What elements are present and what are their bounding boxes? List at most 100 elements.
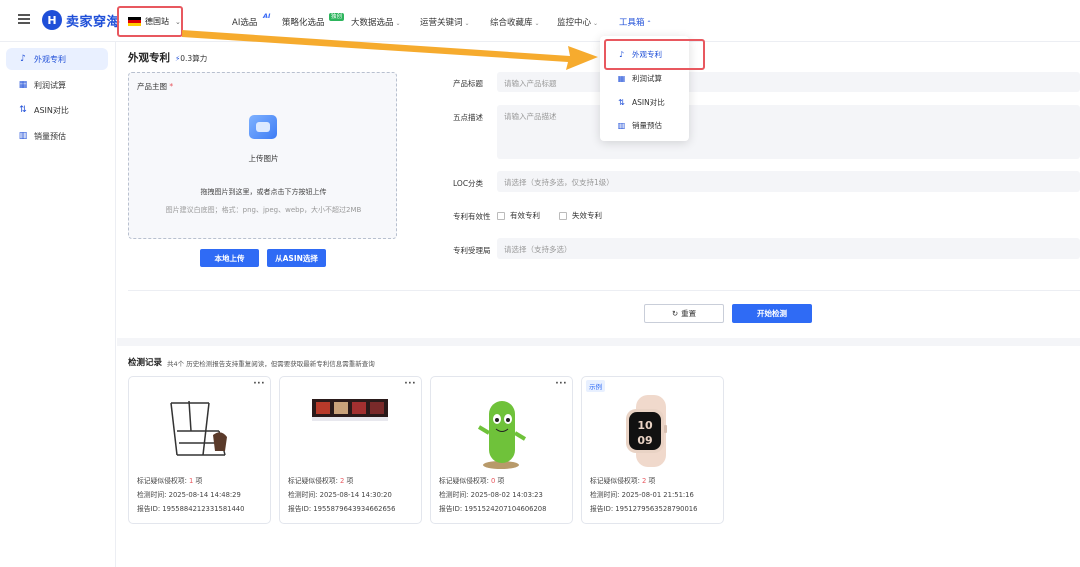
nav-monitor[interactable]: 监控中心 ⌄ [557,16,598,28]
cost-label: ⚡0.3算力 [175,53,207,64]
more-options-icon[interactable]: ··· [253,379,265,389]
risk-unit: 项 [344,477,354,485]
chevron-down-icon: ⌄ [175,17,181,26]
sidebar-item-sales[interactable]: ▥ 销量预估 [6,125,108,147]
nav-label: 综合收藏库 [490,18,533,28]
chevron-down-icon: ⌄ [534,20,540,27]
office-select[interactable]: 请选择（支持多选） [497,238,1080,259]
menu-item-sales[interactable]: ▥ 销量预估 [617,120,662,131]
upload-image-icon [249,115,277,139]
record-time: 检测时间: 2025-08-01 21:51:16 [590,489,694,499]
record-card[interactable]: 示例 10 09 标记疑似侵权项: 2 项 检测时间: 2025-08-01 2… [581,376,724,524]
bullets-label: 五点描述 [453,113,483,122]
sales-chart-icon: ▥ [617,121,626,130]
record-id: 报告ID: 1951524207104606208 [439,503,546,513]
menu-icon[interactable] [18,14,30,24]
id-label: 报告ID: [590,505,616,513]
divider [128,290,1080,291]
id-label: 报告ID: [288,505,314,513]
upload-hint: 拖拽图片到这里，或者点击下方按钮上传 [200,188,327,196]
time-label: 检测时间: [590,491,622,499]
asin-select-button[interactable]: 从ASIN选择 [267,249,326,267]
records-title: 检测记录 [128,358,163,368]
sales-chart-icon: ▥ [18,131,28,141]
banner-image [312,399,388,421]
record-time: 检测时间: 2025-08-02 14:03:23 [439,489,543,499]
sidebar-item-label: 外观专利 [34,54,66,64]
nav-label: 监控中心 [557,18,592,28]
record-card[interactable]: ··· 标记疑似侵权项: 1 项 检测时间: 2025-08-14 14:48:… [128,376,271,524]
nav-strategy-selection[interactable]: 策略化选品 [282,16,325,28]
valid-checkbox[interactable] [497,211,505,220]
record-id: 报告ID: 1955884212331581440 [137,503,244,513]
sidebar-item-label: 销量预估 [34,131,66,141]
id-label: 报告ID: [137,505,163,513]
title-input[interactable]: 请输入产品标题 [497,72,1080,92]
sidebar-item-patent[interactable]: ♪ 外观专利 [6,48,108,70]
nav-big-data[interactable]: 大数据选品 ⌄ [351,16,401,28]
local-upload-button[interactable]: 本地上传 [200,249,259,267]
time-label: 检测时间: [288,491,320,499]
risk-label: 标记疑似侵权项: [590,477,643,485]
record-risk: 标记疑似侵权项: 2 项 [288,475,353,485]
record-id: 报告ID: 1955879643934662656 [288,503,395,513]
svg-text:10: 10 [637,419,653,432]
invalid-checkbox[interactable] [559,211,567,220]
image-upload-dropzone[interactable]: 产品主图 * 上传图片 拖拽图片到这里，或者点击下方按钮上传 图片建议白底图；格… [128,72,397,239]
nav-label: 运营关键词 [420,18,463,28]
records-section: 检测记录 共4个 历史检测报告支持重复阅读，但需要获取最新专利信息需重新查询 ·… [117,346,1080,567]
nav-favorites[interactable]: 综合收藏库 ⌄ [490,16,540,28]
time-value: 2025-08-02 14:03:23 [470,491,543,499]
record-id: 报告ID: 1951279563528790016 [590,503,697,513]
nav-ai-selection[interactable]: AI选品 [232,16,257,28]
logo[interactable]: H 卖家穿海 [42,10,120,30]
risk-label: 标记疑似侵权项: [439,477,492,485]
more-options-icon[interactable]: ··· [404,379,416,389]
svg-text:09: 09 [637,434,652,447]
risk-label: 标记疑似侵权项: [288,477,341,485]
validity-options: 有效专利 失效专利 [497,210,602,221]
main-content: 外观专利 ⚡0.3算力 产品主图 * 上传图片 拖拽图片到这里，或者点击下方按钮… [117,42,1080,567]
sidebar-item-label: ASIN对比 [34,105,69,115]
nav-label: 工具箱 [619,18,645,28]
time-value: 2025-08-14 14:30:20 [319,491,392,499]
ai-badge: AI [263,12,271,20]
more-options-icon[interactable]: ··· [555,379,567,389]
risk-unit: 项 [495,477,505,485]
plush-image [477,401,527,469]
sidebar-item-asin-compare[interactable]: ⇅ ASIN对比 [6,99,108,121]
menu-item-asin-compare[interactable]: ⇅ ASIN对比 [617,97,665,108]
loc-label: LOC分类 [453,179,484,188]
compare-icon: ⇅ [19,105,27,115]
chevron-down-icon: ⌄ [464,20,470,27]
record-time: 检测时间: 2025-08-14 14:48:29 [137,489,241,499]
nav-label: 策略化选品 [282,18,325,28]
risk-unit: 项 [193,477,203,485]
germany-flag-icon [128,17,141,26]
record-card[interactable]: ··· 标记疑似侵权项: 0 项 检测时间: 2025-08-02 14:03:… [430,376,573,524]
id-value: 1951524207104606208 [464,505,547,513]
reset-button[interactable]: ↻ 重置 [644,304,724,323]
menu-item-profit[interactable]: ▦ 利润试算 [617,73,662,84]
upload-format-hint: 图片建议白底图；格式：png、jpeg、webp，大小不超过2MB [165,206,362,214]
time-label: 检测时间: [439,491,471,499]
record-risk: 标记疑似侵权项: 1 项 [137,475,202,485]
record-card[interactable]: ··· 标记疑似侵权项: 2 项 检测时间: 2025-08-14 14:30:… [279,376,422,524]
site-selector[interactable]: 德国站 ⌄ [117,6,183,37]
chevron-down-icon: ⌄ [395,20,401,27]
record-time: 检测时间: 2025-08-14 14:30:20 [288,489,392,499]
id-value: 1955884212331581440 [162,505,245,513]
bullets-textarea[interactable]: 请输入产品描述 [497,105,1080,159]
office-label: 专利受理局 [453,246,491,255]
sidebar-item-profit[interactable]: ▦ 利润试算 [6,74,108,96]
logo-text: 卖家穿海 [66,14,121,30]
id-label: 报告ID: [439,505,465,513]
start-detect-button[interactable]: 开始检测 [732,304,812,323]
time-label: 检测时间: [137,491,169,499]
loc-select[interactable]: 请选择（支持多选，仅支持1级） [497,171,1080,192]
nav-keywords[interactable]: 运营关键词 ⌄ [420,16,470,28]
calculator-icon: ▦ [18,80,28,90]
nav-label: 大数据选品 [351,18,394,28]
nav-toolbox[interactable]: 工具箱 ⌃ [619,16,652,28]
patent-form-card: 外观专利 ⚡0.3算力 产品主图 * 上传图片 拖拽图片到这里，或者点击下方按钮… [117,42,1080,338]
